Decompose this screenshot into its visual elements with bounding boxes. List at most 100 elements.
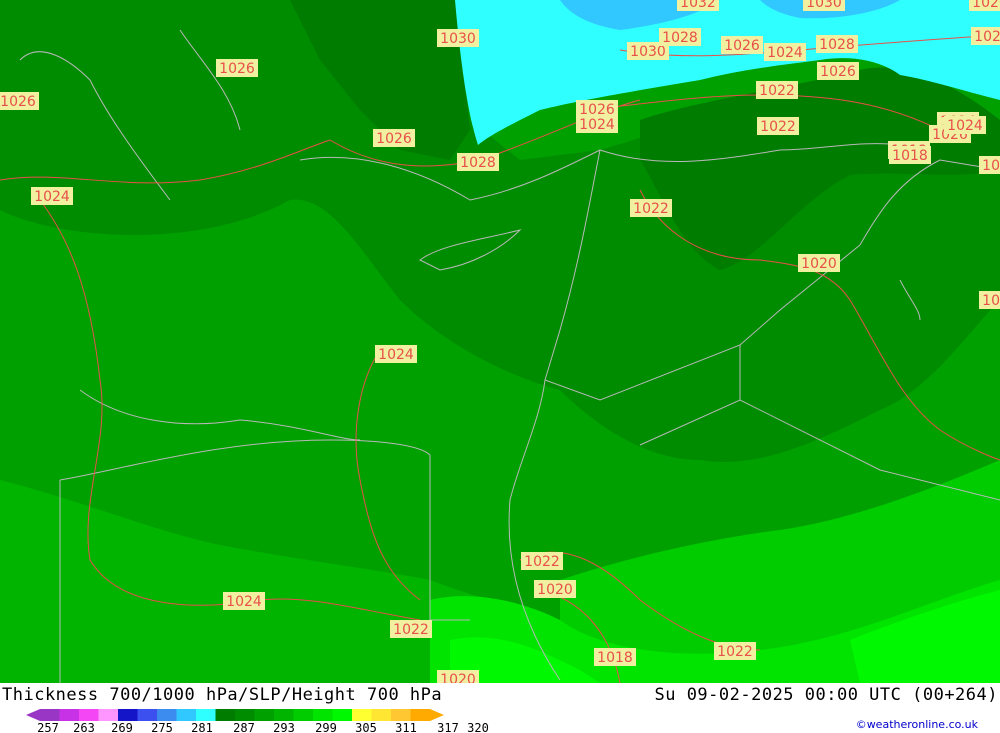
legend-swatch <box>391 709 411 721</box>
legend-swatch <box>352 709 372 721</box>
svg-text:1022: 1022 <box>760 119 796 135</box>
isobar-label: 1022 <box>756 81 798 99</box>
legend-tick-label: 305 <box>355 721 377 733</box>
legend-swatch <box>196 709 216 721</box>
svg-text:1026: 1026 <box>219 61 255 77</box>
credit-link[interactable]: ©weatheronline.co.uk <box>856 718 978 731</box>
legend-tick-label: 293 <box>273 721 295 733</box>
legend-tick-label: 299 <box>315 721 337 733</box>
legend-swatch <box>371 709 392 721</box>
isobar-label: 1022 <box>630 199 672 217</box>
svg-text:1022: 1022 <box>717 644 753 660</box>
svg-text:1024: 1024 <box>34 189 70 205</box>
legend-swatch <box>293 709 314 721</box>
svg-text:1024: 1024 <box>947 118 983 134</box>
isobar-label: 1018 <box>594 648 636 666</box>
legend-arrow-left <box>26 709 40 721</box>
legend-swatch <box>410 709 431 721</box>
legend-swatch <box>215 709 236 721</box>
isobar-label: 1028 <box>659 28 701 46</box>
svg-text:1026: 1026 <box>376 131 412 147</box>
isobar-label: 1024 <box>31 187 73 205</box>
svg-text:1026: 1026 <box>724 38 760 54</box>
map-valid-time: Su 09-02-2025 00:00 UTC (00+264) <box>654 685 998 705</box>
svg-text:1030: 1030 <box>806 0 842 11</box>
isobar-label: 1024 <box>944 116 986 134</box>
legend-swatch <box>40 709 60 721</box>
isobar-label: 1020 <box>437 670 479 683</box>
legend-tick-label: 287 <box>233 721 255 733</box>
isobar-label: 1022 <box>979 156 1000 174</box>
isobar-label: 1026 <box>969 0 1000 11</box>
svg-text:1022: 1022 <box>982 158 1000 174</box>
isobar-label: 1026 <box>216 59 258 77</box>
svg-text:1032: 1032 <box>680 0 716 11</box>
isobar-label: 1026 <box>721 36 763 54</box>
legend-swatch <box>118 709 138 721</box>
legend-tick-label: 320 <box>467 721 489 733</box>
isobar-label: 1028 <box>457 153 499 171</box>
legend-tick-label: 311 <box>395 721 417 733</box>
legend-swatch <box>274 709 294 721</box>
svg-text:1024: 1024 <box>579 117 615 133</box>
isobar-label: 1030 <box>437 29 479 47</box>
svg-text:1022: 1022 <box>524 554 560 570</box>
svg-text:1026: 1026 <box>972 0 1000 11</box>
isobar-label: 1024 <box>375 345 417 363</box>
svg-text:1024: 1024 <box>974 29 1000 45</box>
isobar-label: 1022 <box>521 552 563 570</box>
isobar-label: 1020 <box>979 291 1000 309</box>
isobar-label: 1024 <box>764 43 806 61</box>
svg-text:1030: 1030 <box>440 31 476 47</box>
thickness-map-canvas: 1030102810261024102410221022102210201018… <box>0 0 1000 683</box>
isobar-label: 1024 <box>971 27 1000 45</box>
svg-text:1022: 1022 <box>393 622 429 638</box>
svg-text:1024: 1024 <box>767 45 803 61</box>
color-scale-legend: 257 263 269 275 281 287 293 299 305 311 317 320 <box>26 709 489 733</box>
svg-text:1024: 1024 <box>378 347 414 363</box>
svg-text:1026: 1026 <box>0 94 36 110</box>
svg-text:1022: 1022 <box>759 83 795 99</box>
isobar-label: 1018 <box>889 146 931 164</box>
legend-swatch <box>98 709 119 721</box>
legend-tick-label: 317 <box>437 721 459 733</box>
svg-text:1022: 1022 <box>633 201 669 217</box>
legend-swatch <box>59 709 80 721</box>
legend-swatch <box>79 709 99 721</box>
isobar-label: 1024 <box>223 592 265 610</box>
isobar-label: 1026 <box>0 92 39 110</box>
svg-text:1018: 1018 <box>892 148 928 164</box>
isobar-label: 1022 <box>714 642 756 660</box>
legend-swatch <box>332 709 353 721</box>
svg-text:1028: 1028 <box>819 37 855 53</box>
svg-text:1030: 1030 <box>630 44 666 60</box>
legend-tick-label: 263 <box>73 721 95 733</box>
weather-map: 1030 1028 1026 1024 1024 1022 1022 1022 1020 1018… <box>0 0 1000 683</box>
isobar-label: 1026 <box>576 100 618 118</box>
isobar-label: 1026 <box>373 129 415 147</box>
svg-text:1028: 1028 <box>662 30 698 46</box>
svg-text:1020: 1020 <box>982 293 1000 309</box>
isobar-label: 1020 <box>798 254 840 272</box>
isobar-label: 1020 <box>534 580 576 598</box>
map-footer: Thickness 700/1000 hPa/SLP/Height 700 hP… <box>0 683 1000 733</box>
isobar-label: 1026 <box>817 62 859 80</box>
legend-tick-label: 281 <box>191 721 213 733</box>
legend-swatch <box>313 709 333 721</box>
legend-tick-label: 257 <box>37 721 59 733</box>
isobar-label: 1022 <box>757 117 799 135</box>
svg-text:1024: 1024 <box>226 594 262 610</box>
legend-swatch <box>235 709 255 721</box>
svg-text:1020: 1020 <box>801 256 837 272</box>
legend-swatch <box>254 709 275 721</box>
isobar-label: 1030 <box>803 0 845 11</box>
legend-swatch <box>176 709 197 721</box>
svg-text:1026: 1026 <box>579 102 615 118</box>
svg-text:1020: 1020 <box>440 672 476 683</box>
svg-text:1026: 1026 <box>820 64 856 80</box>
isobar-label: 1032 <box>677 0 719 11</box>
legend-swatch <box>137 709 158 721</box>
svg-text:1020: 1020 <box>537 582 573 598</box>
legend-arrow-right <box>430 709 444 721</box>
legend-swatch <box>157 709 177 721</box>
